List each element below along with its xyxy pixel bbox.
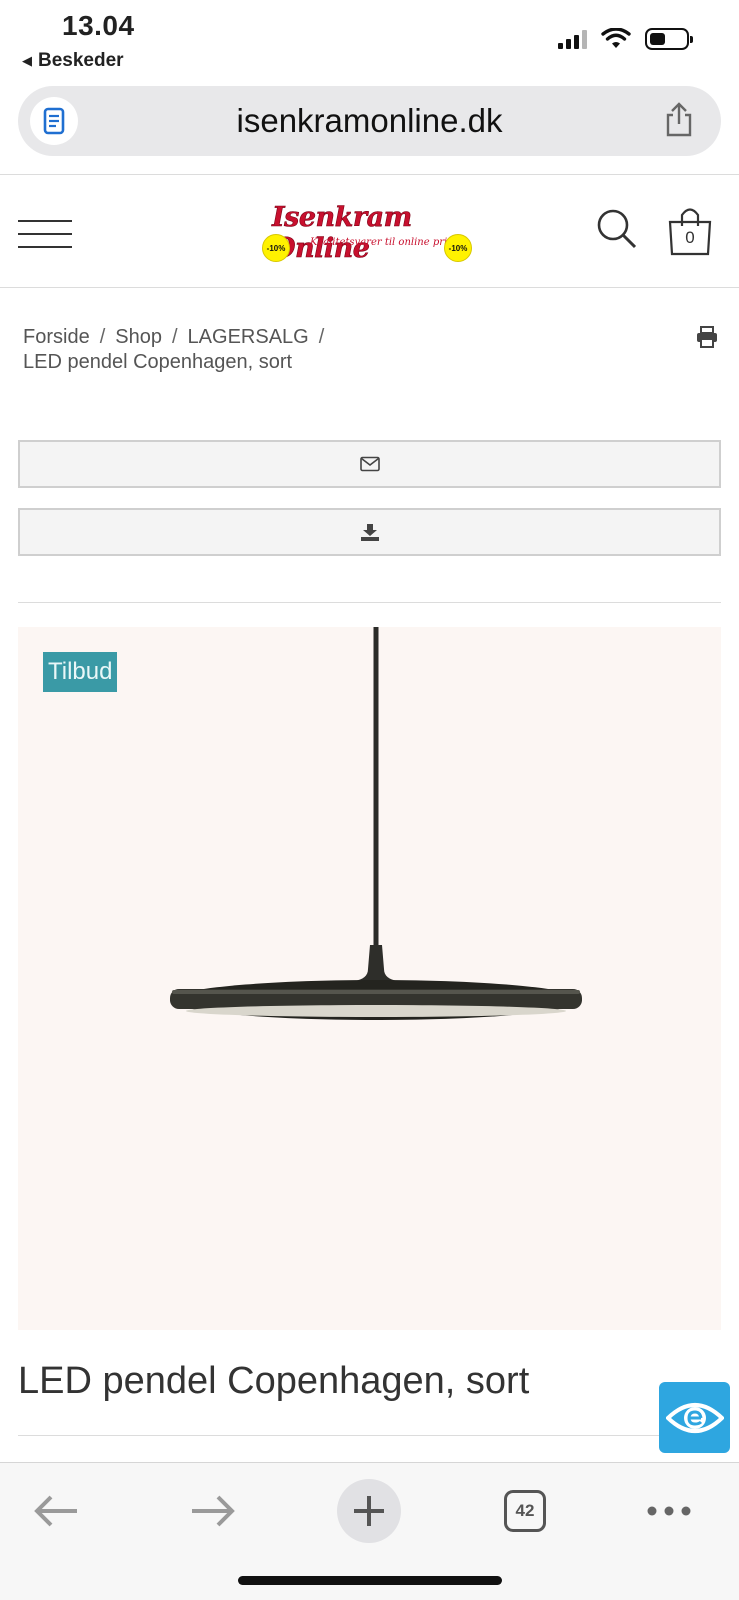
breadcrumb-link-shop[interactable]: Shop (115, 326, 162, 348)
breadcrumb-separator: / (318, 326, 325, 348)
more-menu-button[interactable] (639, 1481, 699, 1541)
email-product-button[interactable] (18, 440, 721, 488)
home-indicator[interactable] (238, 1576, 502, 1585)
tab-count: 42 (504, 1490, 546, 1532)
breadcrumb-current: LED pendel Copenhagen, sort (23, 351, 293, 373)
back-triangle-icon: ◀ (22, 53, 32, 68)
breadcrumb-link-lagersalg[interactable]: LAGERSALG (188, 326, 309, 348)
search-icon (597, 209, 637, 249)
eye-icon (665, 1402, 724, 1433)
back-to-app-button[interactable]: ◀ Beskeder (22, 50, 124, 72)
offer-badge: Tilbud (43, 652, 118, 692)
title-divider (18, 1435, 721, 1436)
header-divider-top (0, 174, 739, 175)
cellular-signal-icon (558, 29, 587, 49)
print-button[interactable] (696, 326, 718, 348)
arrow-left-icon (34, 1495, 77, 1527)
wifi-icon (601, 28, 631, 48)
breadcrumb-separator: / (171, 326, 178, 348)
plus-icon (354, 1496, 384, 1526)
cart-count: 0 (685, 228, 695, 247)
logo-discount-badge-left: -10% (262, 234, 290, 262)
status-bar: 13.04 ◀ Beskeder (0, 0, 739, 80)
accessibility-eye-button[interactable] (659, 1382, 730, 1453)
status-time: 13.04 (62, 10, 135, 41)
breadcrumb-link-home[interactable]: Forside (23, 326, 90, 348)
pendant-lamp-image (170, 627, 582, 1020)
new-tab-button[interactable] (337, 1479, 401, 1543)
content-divider (18, 602, 721, 603)
more-dots-icon (647, 1506, 691, 1516)
breadcrumb: Forside / Shop / LAGERSALG / LED pendel Copen… (23, 325, 334, 375)
search-button[interactable] (596, 208, 638, 250)
download-icon (360, 524, 379, 541)
envelope-icon (359, 456, 380, 472)
share-button[interactable] (659, 100, 699, 140)
back-app-label: Beskeder (38, 50, 124, 71)
product-image[interactable]: Tilbud (18, 627, 721, 1330)
product-title: LED pendel Copenhagen, sort (18, 1360, 530, 1402)
battery-icon (645, 28, 693, 50)
back-button[interactable] (26, 1481, 86, 1541)
url-text[interactable]: isenkramonline.dk (18, 102, 721, 140)
download-button[interactable] (18, 508, 721, 556)
status-icons (558, 28, 693, 50)
forward-button[interactable] (183, 1481, 243, 1541)
cart-button[interactable]: 0 (666, 205, 714, 257)
header-divider-bottom (0, 287, 739, 288)
address-bar[interactable]: isenkramonline.dk (18, 86, 721, 156)
share-icon (666, 102, 692, 137)
logo-discount-badge-right: -10% (444, 234, 472, 262)
menu-button[interactable] (18, 220, 72, 250)
breadcrumb-separator: / (99, 326, 106, 348)
tabs-button[interactable]: 42 (495, 1481, 555, 1541)
print-icon (697, 326, 717, 348)
site-logo[interactable]: Isenkram Online -10% Kvalitetsvarer til … (258, 200, 480, 266)
arrow-right-icon (192, 1495, 235, 1527)
